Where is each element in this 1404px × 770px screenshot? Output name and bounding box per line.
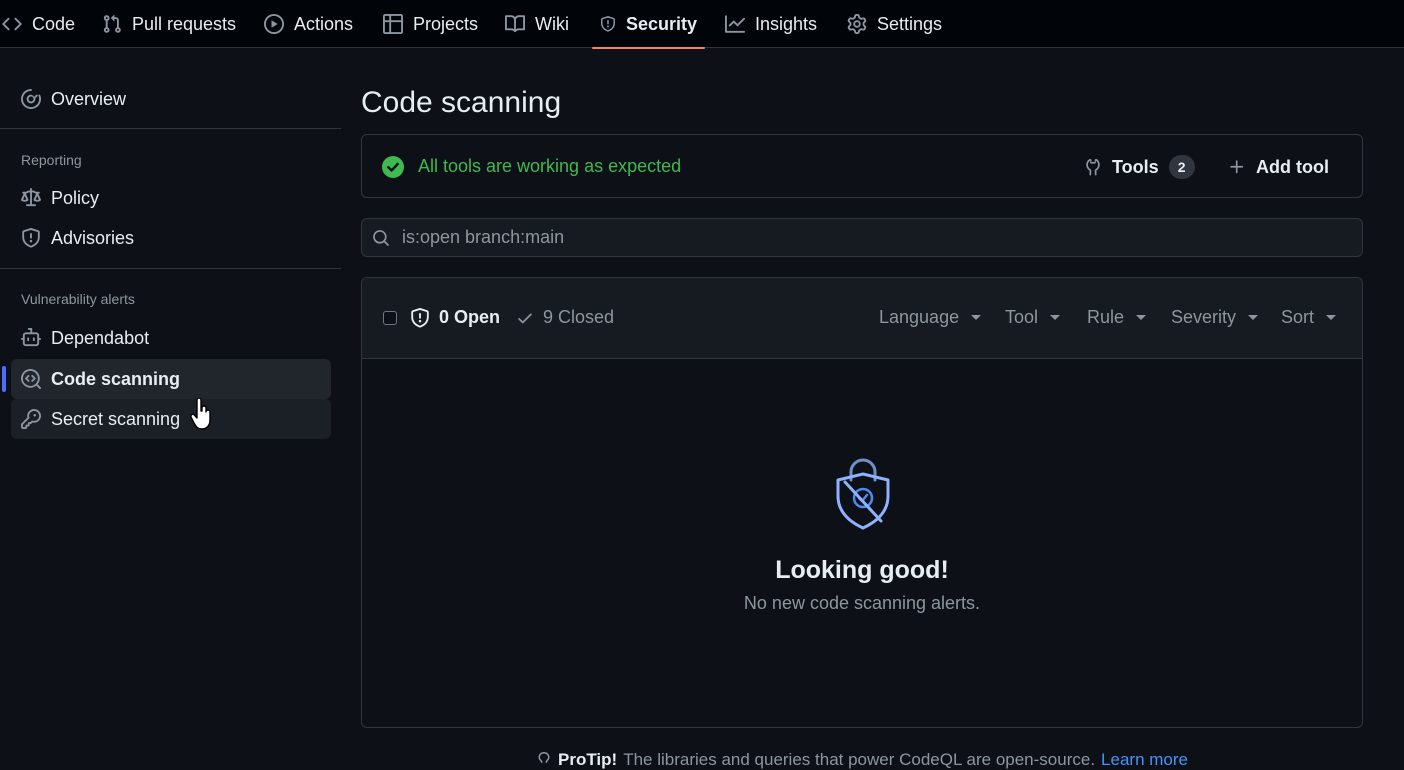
triangle-down-icon: [1050, 315, 1061, 320]
select-all-checkbox[interactable]: [383, 311, 397, 325]
add-tool-button[interactable]: Add tool: [1228, 151, 1329, 183]
tools-button[interactable]: Tools 2: [1084, 151, 1195, 183]
tool-filter[interactable]: Tool: [1005, 307, 1061, 328]
triangle-down-icon: [1326, 315, 1337, 320]
table-icon: [383, 14, 403, 34]
alerts-list-header: 0 Open 9 Closed Language Tool Rule Sever…: [362, 278, 1362, 359]
book-icon: [505, 15, 525, 33]
sidebar-item-label: Advisories: [51, 227, 135, 248]
severity-filter[interactable]: Severity: [1171, 307, 1259, 328]
page-title: Code scanning: [361, 86, 562, 119]
sidebar-item-overview[interactable]: Overview: [11, 79, 331, 119]
tab-settings-label: Settings: [877, 13, 943, 34]
codescan-icon: [21, 369, 41, 389]
sidebar-item-secret-scanning[interactable]: Secret scanning: [11, 399, 331, 439]
tab-settings[interactable]: Settings: [839, 0, 950, 48]
alerts-list: 0 Open 9 Closed Language Tool Rule Sever…: [361, 277, 1363, 728]
graph-icon: [725, 15, 745, 33]
search-input[interactable]: [402, 219, 1352, 256]
shield-icon: [22, 228, 40, 248]
plus-icon: [1230, 160, 1244, 174]
triangle-down-icon: [1136, 315, 1147, 320]
filter-label: Severity: [1171, 307, 1237, 327]
filter-label: Tool: [1005, 307, 1039, 327]
tool-status-box: All tools are working as expected Tools …: [361, 134, 1363, 198]
tab-projects[interactable]: Projects: [375, 0, 486, 48]
hand-cursor-icon: [190, 398, 211, 430]
sidebar-item-code-scanning[interactable]: Code scanning: [2, 359, 331, 399]
tab-security-label: Security: [625, 13, 697, 34]
language-filter[interactable]: Language: [879, 307, 982, 328]
tab-pull-requests[interactable]: Pull requests: [94, 0, 244, 48]
sidebar-item-dependabot[interactable]: Dependabot: [11, 318, 331, 358]
sort-filter[interactable]: Sort: [1281, 307, 1337, 328]
tab-insights-label: Insights: [755, 13, 818, 34]
tab-projects-label: Projects: [413, 13, 479, 34]
empty-state-subtitle: No new code scanning alerts.: [743, 593, 981, 613]
sidebar-item-label: Policy: [51, 187, 100, 208]
status-message: All tools are working as expected: [418, 156, 682, 176]
closed-alerts-filter[interactable]: 9 Closed: [516, 307, 614, 328]
sidebar-item-advisories[interactable]: Advisories: [11, 218, 331, 258]
key-icon: [21, 409, 41, 429]
sidebar-divider: [0, 128, 341, 129]
closed-count-label: 9 Closed: [543, 307, 615, 327]
tab-wiki[interactable]: Wiki: [497, 0, 577, 48]
sidebar-heading-reporting: Reporting: [21, 152, 82, 168]
git-pull-request-icon: [103, 14, 121, 33]
sidebar-item-label: Secret scanning: [51, 408, 181, 429]
empty-state-title: Looking good!: [775, 556, 949, 584]
triangle-down-icon: [971, 315, 982, 320]
tab-security[interactable]: Security: [592, 0, 705, 49]
shield-icon: [411, 307, 429, 328]
sidebar-item-label: Dependabot: [51, 327, 150, 348]
filter-label: Language: [879, 307, 960, 327]
light-bulb-icon: [538, 752, 550, 763]
protip-text: The libraries and queries that power Cod…: [623, 750, 1096, 769]
sidebar-item-label: Overview: [51, 88, 127, 109]
shield-icon: [600, 16, 615, 32]
sidebar-item-label: Code scanning: [51, 368, 181, 389]
search-icon: [373, 230, 389, 246]
alert-search: [361, 218, 1363, 257]
tab-pull-requests-label: Pull requests: [132, 13, 237, 34]
rule-filter[interactable]: Rule: [1087, 307, 1147, 328]
code-icon: [2, 17, 22, 31]
sidebar-divider: [0, 268, 341, 269]
gear-icon: [847, 14, 867, 34]
tools-icon: [1086, 158, 1100, 176]
law-icon: [21, 188, 41, 207]
tab-actions-label: Actions: [294, 13, 354, 34]
tab-actions[interactable]: Actions: [256, 0, 361, 48]
meter-icon: [21, 89, 41, 109]
check-icon: [518, 313, 532, 323]
play-icon: [264, 14, 284, 34]
shield-lock-check-icon: [836, 458, 890, 530]
protip-label: ProTip!: [558, 750, 618, 769]
repo-nav: Code Pull requests Actions Projects Wiki…: [0, 0, 1404, 49]
sidebar-item-policy[interactable]: Policy: [11, 178, 331, 218]
tab-code[interactable]: Code: [0, 0, 83, 48]
filter-label: Sort: [1281, 307, 1315, 327]
protip: ProTip! The libraries and queries that p…: [536, 750, 1188, 770]
tools-count-badge: 2: [1168, 155, 1195, 179]
tools-label: Tools: [1112, 156, 1159, 177]
check-circle-fill-icon: [382, 156, 404, 178]
add-tool-label: Add tool: [1256, 156, 1329, 177]
open-count-label: 0 Open: [439, 307, 501, 327]
tab-wiki-label: Wiki: [535, 13, 569, 34]
open-alerts-filter[interactable]: 0 Open: [410, 307, 500, 328]
triangle-down-icon: [1248, 315, 1259, 320]
learn-more-link[interactable]: Learn more: [1101, 750, 1188, 770]
tab-insights[interactable]: Insights: [717, 0, 825, 48]
sidebar-heading-vulnerability-alerts: Vulnerability alerts: [21, 291, 135, 307]
dependabot-icon: [21, 328, 41, 347]
filter-label: Rule: [1087, 307, 1125, 327]
tab-code-label: Code: [32, 13, 76, 34]
